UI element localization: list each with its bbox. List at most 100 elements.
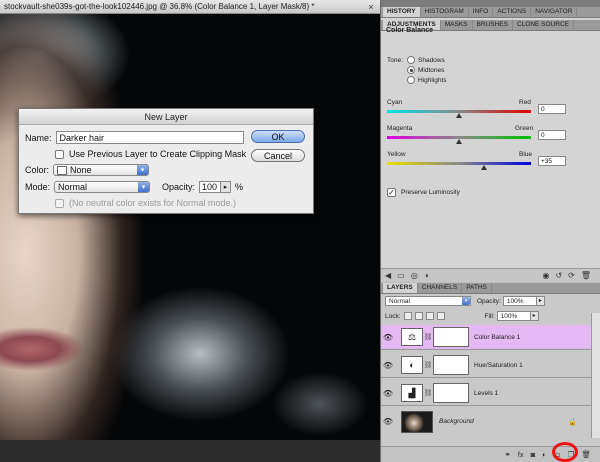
eye-icon[interactable]: 👁 <box>381 333 395 342</box>
layer-mask-thumbnail[interactable] <box>433 383 469 403</box>
yellow-blue-value[interactable]: +35 <box>538 156 566 166</box>
panels-dock: HISTORY HISTOGRAM INFO ACTIONS NAVIGATOR… <box>380 0 600 462</box>
trash-icon[interactable]: 🗑 <box>581 450 591 459</box>
new-layer-icon[interactable]: ◎ <box>411 271 418 280</box>
levels-icon: ▟ <box>401 384 423 402</box>
link-icon[interactable]: ⛓ <box>423 361 433 369</box>
mode-row: Mode: Normal ▾ Opacity: 100 ▸ % <box>25 181 243 193</box>
layer-name-input[interactable] <box>55 131 244 144</box>
cancel-button[interactable]: Cancel <box>251 149 305 162</box>
photo-canvas[interactable] <box>0 14 380 462</box>
trash-icon[interactable]: 🗑 <box>581 271 591 280</box>
canvas-status-bar <box>0 440 380 462</box>
color-value: None <box>70 164 92 175</box>
layer-mask-thumbnail[interactable] <box>433 355 469 375</box>
add-mask-icon[interactable]: ◙ <box>531 450 536 459</box>
link-layers-icon[interactable]: ⚭ <box>504 450 510 459</box>
magenta-green-thumb[interactable] <box>456 139 462 144</box>
clip-icon[interactable]: ◑ <box>424 271 429 280</box>
layer-name[interactable]: Hue/Saturation 1 <box>474 362 523 369</box>
tab-channels[interactable]: CHANNELS <box>418 283 463 293</box>
mode-label: Mode: <box>25 182 51 192</box>
layer-opacity-input[interactable]: 100% <box>502 296 537 306</box>
color-balance-icon: ⚖ <box>401 328 423 346</box>
eye-icon[interactable]: 👁 <box>381 389 395 398</box>
fill-label: Fill: <box>484 312 495 320</box>
layer-row[interactable]: 👁 ⚖ ⛓ Color Balance 1 <box>381 325 591 350</box>
shadows-radio[interactable] <box>407 56 415 64</box>
tab-navigator[interactable]: NAVIGATOR <box>531 7 578 17</box>
fill-stepper-icon[interactable]: ▸ <box>530 311 539 321</box>
layer-name[interactable]: Background <box>439 418 474 425</box>
mode-select[interactable]: Normal ▾ <box>54 181 151 193</box>
tab-info[interactable]: INFO <box>469 7 494 17</box>
cyan-red-thumb[interactable] <box>456 113 462 118</box>
lock-pixels-icon[interactable] <box>414 312 423 320</box>
eye-icon[interactable]: 👁 <box>381 417 395 426</box>
clipping-row: Use Previous Layer to Create Clipping Ma… <box>55 149 246 159</box>
layer-row[interactable]: 👁 ◐ ⛓ Hue/Saturation 1 <box>381 353 591 378</box>
cyan-red-value[interactable]: 0 <box>538 104 566 114</box>
adjustment-title: Color Balance <box>386 27 434 34</box>
tone-shadows[interactable]: Shadows <box>407 56 445 64</box>
tab-histogram[interactable]: HISTOGRAM <box>421 7 469 17</box>
layer-name[interactable]: Levels 1 <box>474 390 498 397</box>
eye-icon[interactable]: 👁 <box>381 361 395 370</box>
yellow-blue-thumb[interactable] <box>481 165 488 170</box>
yellow-blue-slider[interactable] <box>387 162 531 165</box>
fill-input[interactable]: 100% <box>496 311 531 321</box>
layer-opacity-stepper-icon[interactable]: ▸ <box>536 296 545 306</box>
tab-brushes[interactable]: BRUSHES <box>473 20 513 30</box>
layer-row[interactable]: 👁 ▟ ⛓ Levels 1 <box>381 381 591 406</box>
tab-actions[interactable]: ACTIONS <box>493 7 532 17</box>
clipping-mask-checkbox[interactable] <box>55 149 64 159</box>
toggle-visibility-icon[interactable]: ◉ <box>542 271 549 280</box>
tone-highlights[interactable]: Highlights <box>407 76 447 84</box>
layers-tab-row: LAYERS CHANNELS PATHS <box>381 283 600 294</box>
tab-history[interactable]: HISTORY <box>383 7 421 17</box>
lock-all-icon[interactable] <box>436 312 445 320</box>
tab-masks[interactable]: MASKS <box>441 20 473 30</box>
link-icon[interactable]: ⛓ <box>423 389 433 397</box>
expand-view-icon[interactable]: ▭ <box>397 271 405 280</box>
opacity-unit: % <box>235 182 244 192</box>
ok-button[interactable]: OK <box>251 130 305 143</box>
preserve-luminosity-row: Preserve Luminosity <box>387 188 460 197</box>
layer-style-icon[interactable]: fx <box>518 450 524 459</box>
chevron-down-icon: ▾ <box>137 165 149 175</box>
tab-layers[interactable]: LAYERS <box>383 283 418 293</box>
color-select[interactable]: None ▾ <box>53 164 150 176</box>
dock-header <box>381 0 600 7</box>
layer-opacity-label: Opacity: <box>477 297 501 305</box>
link-icon[interactable]: ⛓ <box>423 333 433 341</box>
highlights-radio[interactable] <box>407 76 415 84</box>
blend-mode-value: Normal <box>389 298 410 305</box>
tone-midtones[interactable]: Midtones <box>407 66 444 74</box>
previous-state-icon[interactable]: ↺ <box>555 271 562 280</box>
history-tab-row: HISTORY HISTOGRAM INFO ACTIONS NAVIGATOR <box>381 7 600 18</box>
new-adjustment-layer-icon[interactable]: ◐ <box>542 450 547 459</box>
opacity-input[interactable]: 100 <box>199 181 222 193</box>
return-to-list-icon[interactable]: ◀ <box>385 271 391 280</box>
new-layer-highlight <box>552 442 578 462</box>
fill-value: 100% <box>500 313 518 320</box>
midtones-radio[interactable] <box>407 66 415 74</box>
layer-name[interactable]: Color Balance 1 <box>474 334 520 341</box>
lock-transparency-icon[interactable] <box>403 312 412 320</box>
color-swatch <box>57 165 68 175</box>
lock-position-icon[interactable] <box>425 312 434 320</box>
midtones-label: Midtones <box>418 66 445 74</box>
adjustments-panel: HISTORY HISTOGRAM INFO ACTIONS NAVIGATOR… <box>381 7 600 275</box>
tab-paths[interactable]: PATHS <box>462 283 492 293</box>
layer-mask-thumbnail[interactable] <box>433 327 469 347</box>
tab-clone-source[interactable]: CLONE SOURCE <box>513 20 574 30</box>
preserve-luminosity-checkbox[interactable] <box>387 188 396 197</box>
opacity-stepper-icon[interactable]: ▸ <box>221 181 232 193</box>
layer-row[interactable]: 👁 Background 🔒 <box>381 409 591 434</box>
tone-label: Tone: <box>387 57 403 64</box>
blend-mode-select[interactable]: Normal ▾ <box>385 296 471 306</box>
close-document-icon[interactable]: × <box>366 2 376 12</box>
reset-icon[interactable]: ⟳ <box>568 271 575 280</box>
layers-scrollbar[interactable] <box>591 313 600 438</box>
magenta-green-value[interactable]: 0 <box>538 130 566 140</box>
